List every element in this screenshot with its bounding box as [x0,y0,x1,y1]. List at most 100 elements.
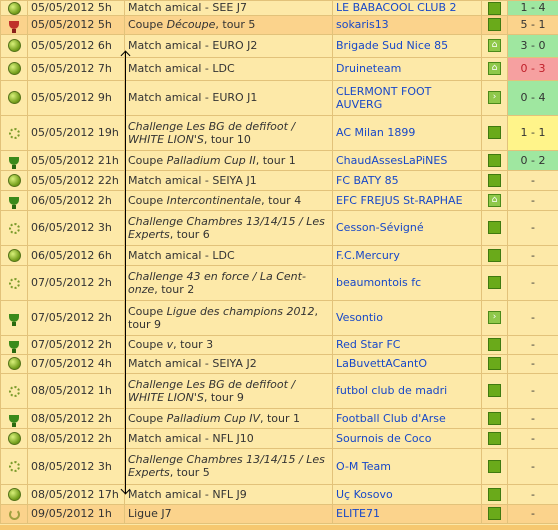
opponent-link[interactable]: Uç Kosovo [336,488,393,501]
cup-icon [9,314,19,326]
opponent-link[interactable]: AC Milan 1899 [336,126,415,139]
match-score: - [507,503,558,524]
home-icon[interactable]: ⌂ [488,39,501,53]
friendly-match-icon [7,431,21,445]
match-score: 5 - 1 [507,14,558,35]
match-score: - [507,353,558,374]
matches-table: 05/05/2012 5h Match amical - SEE J7 LE BAB… [0,0,558,524]
match-details-icon[interactable] [488,411,501,425]
match-date: 05/05/2012 21h [27,149,125,171]
opponent-link[interactable]: Vesontio [336,311,383,324]
challenge-icon [8,461,20,472]
match-details-icon[interactable] [488,276,501,290]
match-date: 05/05/2012 7h [27,56,125,81]
home-icon[interactable]: ⌂ [488,62,501,76]
match-score: - [507,427,558,449]
home-icon[interactable]: ⌂ [488,193,501,207]
match-score: - [507,483,558,505]
match-details-icon[interactable] [488,431,501,445]
table-row: 06/05/2012 2h Coupe Intercontinentale, to… [0,189,558,211]
table-row: 06/05/2012 3h Challenge Chambres 13/14/15… [0,209,558,246]
match-event: Challenge Les BG de defifoot / WHITE LIO… [124,114,333,151]
arrow-right-icon[interactable]: › [488,91,501,105]
table-row: 05/05/2012 9h Match amical - EURO J1 CLERM… [0,79,558,116]
opponent-link[interactable]: Football Club d'Arse [336,412,446,425]
opponent-link[interactable]: EFC FREJUS St-RAPHAE [336,194,463,207]
match-event: Match amical - SEE J7 [124,0,333,16]
match-details-icon[interactable] [488,1,501,15]
match-date: 07/05/2012 2h [27,299,125,336]
match-details-icon[interactable] [488,18,501,32]
match-details-icon[interactable] [488,126,501,140]
opponent-link[interactable]: Sournois de Coco [336,432,431,445]
opponent-link[interactable]: Druineteam [336,62,401,75]
arrow-right-icon[interactable]: › [488,311,501,325]
challenge-icon [8,277,20,289]
match-event: Match amical - NFL J9 [124,483,333,505]
match-score: 0 - 4 [507,79,558,116]
cup-red-icon [9,21,19,33]
opponent-link[interactable]: F.C.Mercury [336,249,400,262]
match-event: Match amical - LDC [124,244,333,266]
match-details-icon[interactable] [488,384,501,398]
match-date: 05/05/2012 22h [27,169,125,191]
opponent-link[interactable]: ChaudAssesLaPiNES [336,154,447,167]
friendly-match-icon [7,1,21,15]
opponent-link[interactable]: Red Star FC [336,338,400,351]
opponent-link[interactable]: ELITE71 [336,507,380,520]
match-date: 09/05/2012 1h [27,503,125,524]
table-row: 08/05/2012 3h Challenge Chambres 13/14/15… [0,447,558,485]
match-score: - [507,447,558,485]
match-details-icon[interactable] [488,338,501,352]
opponent-link[interactable]: Brigade Sud Nice 85 [336,39,448,52]
cup-icon [9,156,19,169]
match-event: Coupe Ligue des champions 2012, tour 9 [124,299,333,336]
opponent-link[interactable]: LE BABACOOL CLUB 2 [336,1,457,14]
opponent-link[interactable]: Cesson-Sévigné [336,221,424,234]
match-date: 06/05/2012 2h [27,189,125,211]
match-score: - [507,244,558,266]
opponent-link[interactable]: beaumontois fc [336,276,421,289]
cup-icon [9,414,19,427]
opponent-link[interactable]: CLERMONT FOOT AUVERG [336,85,431,111]
cup-icon [9,196,19,209]
opponent-link[interactable]: O-M Team [336,460,391,473]
opponent-link[interactable]: futbol club de madri [336,384,447,397]
table-row: 05/05/2012 6h Match amical - EURO J2 Briga… [0,33,558,58]
match-details-icon[interactable] [488,248,501,262]
match-details-icon[interactable] [488,153,501,167]
match-event: Match amical - NFL J10 [124,427,333,449]
match-date: 08/05/2012 2h [27,427,125,449]
match-details-icon[interactable] [488,173,501,187]
match-date: 07/05/2012 2h [27,334,125,355]
match-details-icon[interactable] [488,221,501,235]
friendly-match-icon [7,487,21,501]
opponent-link[interactable]: LaBuvettACantO [336,357,427,370]
match-date: 08/05/2012 17h [27,483,125,505]
table-row: 05/05/2012 5h Coupe Découpe, tour 5 sokari… [0,14,558,35]
friendly-match-icon [7,62,21,76]
table-row: 06/05/2012 6h Match amical - LDC F.C.Mercu… [0,244,558,266]
match-score: - [507,169,558,191]
table-row: 05/05/2012 21h Coupe Palladium Cup II, to… [0,149,558,171]
match-event: Coupe Palladium Cup II, tour 1 [124,149,333,171]
table-row: 09/05/2012 1h Ligue J7 ELITE71 - [0,503,558,524]
challenge-icon [8,222,20,234]
match-date: 08/05/2012 1h [27,372,125,409]
match-event: Match amical - LDC [124,56,333,81]
match-details-icon[interactable] [488,357,501,371]
match-event: Ligue J7 [124,503,333,524]
match-event: Match amical - EURO J2 [124,33,333,58]
opponent-link[interactable]: FC BATY 85 [336,174,399,187]
friendly-match-icon [7,39,21,53]
match-details-icon[interactable] [488,459,501,473]
table-row: 08/05/2012 17h Match amical - NFL J9 Uç Ko… [0,483,558,505]
match-date: 05/05/2012 6h [27,33,125,58]
bottom-bar [0,525,558,530]
match-score: 3 - 0 [507,33,558,58]
match-details-icon[interactable] [488,507,501,521]
match-event: Challenge Les BG de defifoot / WHITE LIO… [124,372,333,409]
match-details-icon[interactable] [488,487,501,501]
opponent-link[interactable]: sokaris13 [336,18,389,31]
friendly-match-icon [7,357,21,371]
